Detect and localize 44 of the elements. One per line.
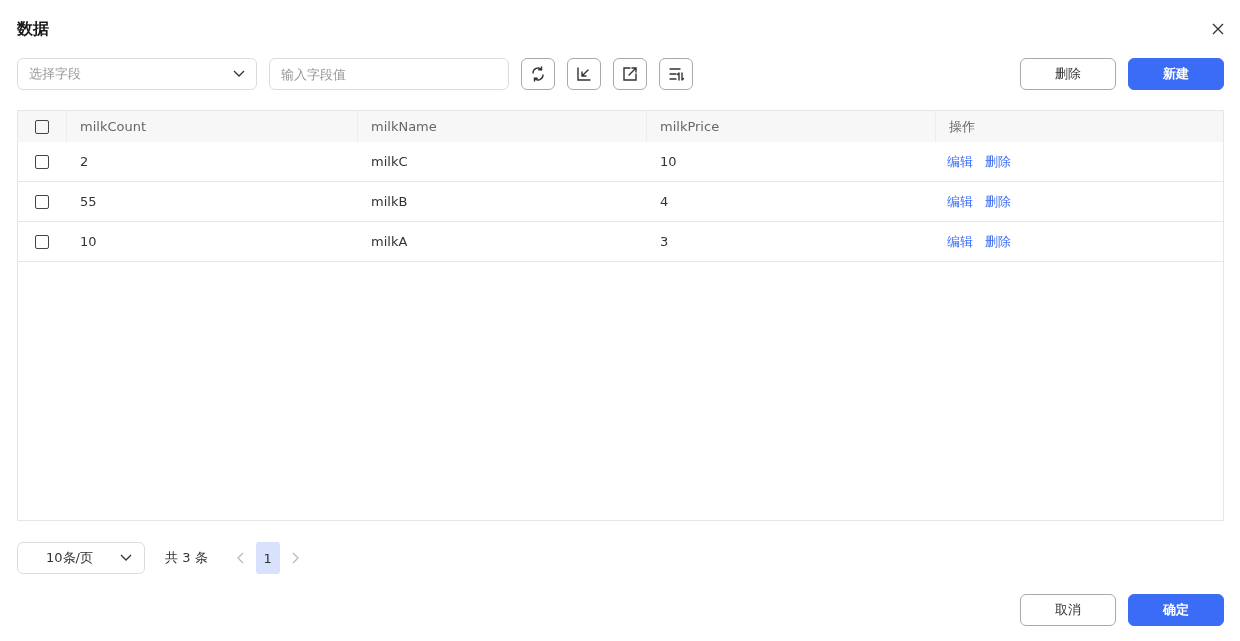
table-cell-text: 2 [79,154,90,169]
table-cell-text: 10 [79,234,98,249]
table-cell-text: 4 [659,194,670,209]
import-icon [575,65,593,83]
table-cell-text: milkC [370,154,409,169]
column-header: 操作 [935,111,1223,142]
import-button[interactable] [567,58,601,90]
total-count: 共 3 条 [165,549,208,567]
table-cell-text: milkA [370,234,409,249]
column-header: milkName [357,111,646,142]
action-link[interactable]: 编辑 [947,152,973,171]
checkbox[interactable] [35,154,49,169]
action-link[interactable]: 删除 [985,192,1011,211]
close-icon[interactable] [1212,23,1224,35]
action-link[interactable]: 删除 [985,152,1011,171]
chevron-down-icon [233,70,245,78]
dialog-title: 数据 [17,18,49,40]
sort-button[interactable] [659,58,693,90]
table-cell-text: 55 [79,194,98,209]
refresh-icon [529,65,547,83]
value-input-field[interactable]: 输入字段值 [269,58,509,90]
refresh-button[interactable] [521,58,555,90]
checkbox[interactable] [35,119,49,134]
action-link[interactable]: 编辑 [947,232,973,251]
export-button[interactable] [613,58,647,90]
action-link[interactable]: 删除 [985,232,1011,251]
primary-button[interactable]: 新建 [1128,58,1224,90]
button[interactable]: 删除 [1020,58,1116,90]
chevron-down-icon [120,554,132,562]
button[interactable]: 取消 [1020,594,1116,626]
column-header: milkPrice [646,111,935,142]
checkbox[interactable] [35,234,49,249]
table-cell-text: milkB [370,194,409,209]
page-size-select[interactable]: 10条/页 [17,542,145,574]
sort-icon [667,65,685,83]
action-link[interactable]: 编辑 [947,192,973,211]
page-button[interactable]: 1 [255,542,280,574]
checkbox[interactable] [35,194,49,209]
field-select[interactable]: 选择字段 [17,58,257,90]
primary-button[interactable]: 确定 [1128,594,1224,626]
table-cell-text: 10 [659,154,678,169]
column-header: milkCount [66,111,357,142]
table-cell-text: 3 [659,234,670,249]
export-icon [621,65,639,83]
